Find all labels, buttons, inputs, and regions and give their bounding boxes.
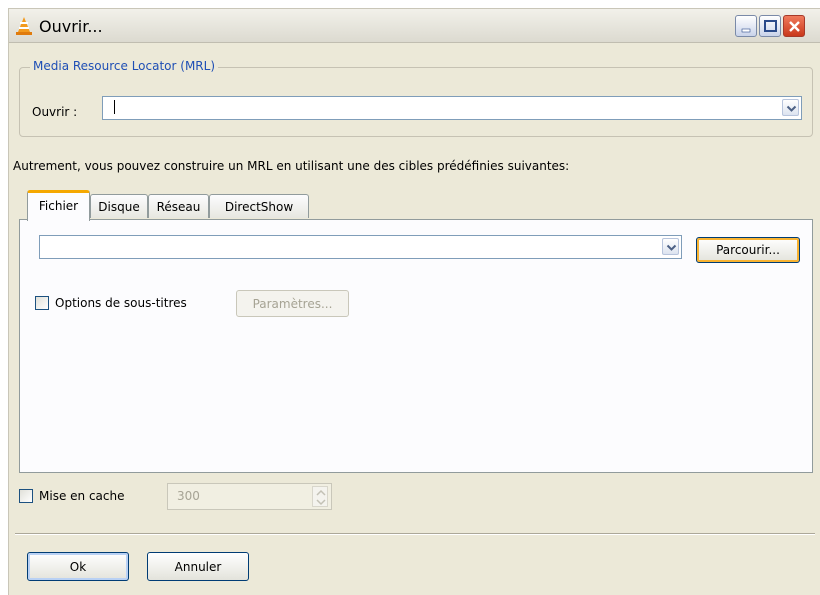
mrl-dropdown-button[interactable] [782,99,799,116]
maximize-icon [764,20,777,32]
subtitles-label: Options de sous-titres [55,296,187,310]
cache-spin-arrows[interactable] [312,486,328,507]
title-bar[interactable]: Ouvrir... [9,9,820,43]
predefined-targets-hint: Autrement, vous pouvez construire un MRL… [13,159,570,173]
cancel-button[interactable]: Annuler [147,552,249,581]
file-dropdown-button[interactable] [662,238,679,255]
close-icon [789,21,800,32]
close-button[interactable] [783,15,805,37]
spin-arrows-icon [316,489,326,506]
vlc-cone-icon [16,17,32,35]
chevron-down-icon [786,105,797,112]
tab-reseau[interactable]: Réseau [148,194,209,218]
ok-button[interactable]: Ok [27,552,129,581]
browse-button[interactable]: Parcourir... [696,237,800,263]
cache-value: 300 [177,489,200,503]
cache-checkbox[interactable] [19,489,33,503]
tab-directshow[interactable]: DirectShow [209,194,309,218]
cache-label: Mise en cache [39,489,125,503]
text-caret [114,100,115,114]
open-label: Ouvrir : [32,105,78,119]
mrl-combobox[interactable] [102,96,802,120]
mrl-legend: Media Resource Locator (MRL) [30,59,219,73]
minimize-button[interactable] [735,15,757,37]
chevron-down-icon [666,244,677,251]
subtitle-params-button[interactable]: Paramètres... [236,290,349,317]
footer-separator [15,533,815,535]
tab-disque[interactable]: Disque [90,194,148,218]
tab-fichier[interactable]: Fichier [27,190,90,221]
file-combobox[interactable] [39,235,682,259]
maximize-button[interactable] [759,15,781,37]
mrl-groupbox: Media Resource Locator (MRL) Ouvrir : [19,59,813,137]
subtitles-checkbox[interactable] [35,296,49,310]
open-dialog: Ouvrir... Media Resource Locator (MRL) O… [8,8,820,595]
file-tab-panel: Parcourir... Options de sous-titres Para… [19,219,813,473]
minimize-icon [741,28,751,33]
cache-spinbox[interactable]: 300 [167,483,332,510]
window-title: Ouvrir... [39,17,103,36]
